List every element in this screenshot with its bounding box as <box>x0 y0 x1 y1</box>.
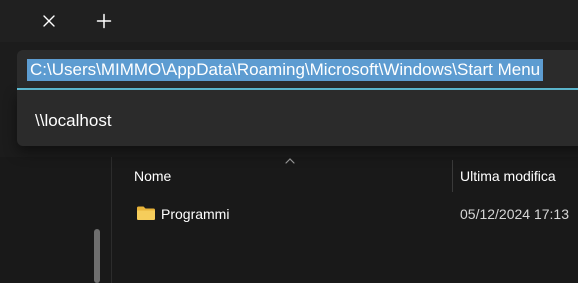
plus-icon <box>96 13 112 29</box>
tab-strip <box>0 0 578 42</box>
close-tab-button[interactable] <box>36 8 62 34</box>
file-explorer-window: Nome Ultima modifica Programmi 05/12/202… <box>0 0 578 283</box>
new-tab-button[interactable] <box>91 8 117 34</box>
file-row-name: Programmi <box>161 206 230 222</box>
folder-icon <box>137 206 155 220</box>
close-icon <box>43 15 55 27</box>
address-suggestions-dropdown: \\localhost <box>17 90 578 146</box>
navigation-pane-scrollbar[interactable] <box>94 229 100 283</box>
address-bar[interactable]: C:\Users\MIMMO\AppData\Roaming\Microsoft… <box>17 50 578 90</box>
file-row[interactable]: Programmi 05/12/2024 17:13 <box>128 199 578 229</box>
suggestion-label: \\localhost <box>35 111 112 130</box>
file-row-modified: 05/12/2024 17:13 <box>460 206 569 222</box>
column-separator[interactable] <box>452 160 453 192</box>
suggestion-item[interactable]: \\localhost <box>17 100 578 140</box>
address-bar-input-text[interactable]: C:\Users\MIMMO\AppData\Roaming\Microsoft… <box>27 59 544 81</box>
column-header-modified[interactable]: Ultima modifica <box>460 160 578 192</box>
column-header-name[interactable]: Nome <box>134 160 452 192</box>
